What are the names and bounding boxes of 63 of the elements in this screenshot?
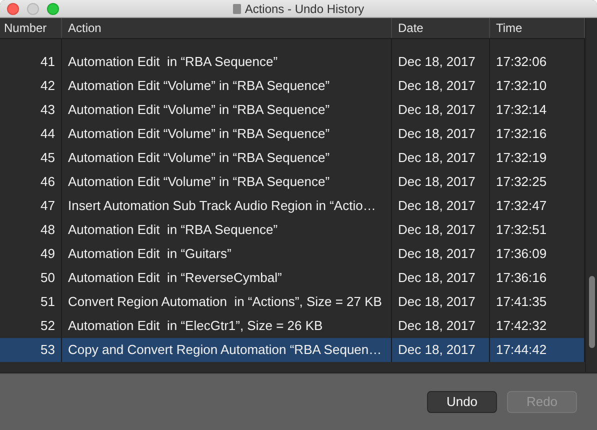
table-cell-text: 17:32:51 xyxy=(496,221,547,240)
table-cell-text: 48 xyxy=(40,221,55,240)
table-cell-text: 17:44:42 xyxy=(496,341,547,360)
table-cell-text: Dec 18, 2017 xyxy=(398,269,476,288)
table-cell-text: Dec 18, 2017 xyxy=(398,125,476,144)
scrollbar-thumb[interactable] xyxy=(589,276,595,348)
table-cell-text: 52 xyxy=(40,317,55,336)
table-cell-text: 17:32:16 xyxy=(496,125,547,144)
table-cell-text: 17:36:09 xyxy=(496,245,547,264)
table-cell-text: Convert Region Automation in “Actions”, Size = 27 KB xyxy=(68,293,382,312)
table-cell-text: Dec 18, 2017 xyxy=(398,101,476,120)
minimize-icon[interactable] xyxy=(27,2,39,14)
table-cell-text: 17:32:14 xyxy=(496,101,547,120)
table-cell-text: 53 xyxy=(40,341,55,360)
document-icon xyxy=(232,4,241,14)
table-cell-text: Dec 18, 2017 xyxy=(398,197,476,216)
table-cell-text: Dec 18, 2017 xyxy=(398,317,476,336)
table-cell-text: 17:32:47 xyxy=(496,197,547,216)
table-cell-text: 41 xyxy=(40,53,55,72)
table-cell-text: Insert Automation Sub Track Audio Region in “Actio… xyxy=(68,197,376,216)
table-cell-text: Dec 18, 2017 xyxy=(398,293,476,312)
table-cell-text: Dec 18, 2017 xyxy=(398,77,476,96)
column-header[interactable]: Action xyxy=(62,18,392,38)
table-cell-text: Automation Edit “Volume” in “RBA Sequence” xyxy=(68,125,330,144)
table-cell-text: Dec 18, 2017 xyxy=(398,53,476,72)
table-cell-text: Automation Edit in “ElecGtr1”, Size = 26 KB xyxy=(68,317,323,336)
table-cell-text: 17:32:10 xyxy=(496,77,547,96)
table-cell-text: 17:32:06 xyxy=(496,53,547,72)
table-cell-text: 44 xyxy=(40,125,55,144)
table-row[interactable]: 53 Copy and Convert Region Automation “RBA Sequen… Dec 18, 2017 17:44:42 xyxy=(0,338,585,362)
table-cell-text: Automation Edit “Volume” in “RBA Sequence” xyxy=(68,173,330,192)
table-cell-text: Automation Edit in “ReverseCymbal” xyxy=(68,269,282,288)
column-header[interactable]: Date xyxy=(392,18,490,38)
table-cell-text: 49 xyxy=(40,245,55,264)
table-cell-text: Dec 18, 2017 xyxy=(398,149,476,168)
table-cell-text: Automation Edit in “RBA Sequence” xyxy=(68,53,278,72)
table-cell-text: Automation Edit in “Guitars” xyxy=(68,245,232,264)
table-cell-text: Dec 18, 2017 xyxy=(398,341,476,360)
zoom-icon[interactable] xyxy=(47,2,59,14)
table-cell-text: Automation Edit “Volume” in “RBA Sequence” xyxy=(68,77,330,96)
table-cell-text: 17:42:32 xyxy=(496,317,547,336)
table-cell-text: Automation Edit “Volume” in “RBA Sequence” xyxy=(68,149,330,168)
table-cell-text: Dec 18, 2017 xyxy=(398,221,476,240)
table-cell-text: 43 xyxy=(40,101,55,120)
table-cell-text: 46 xyxy=(40,173,55,192)
table-cell-text: 50 xyxy=(40,269,55,288)
column-header[interactable]: Number xyxy=(0,18,62,38)
table-cell-text: 17:32:19 xyxy=(496,149,547,168)
table-cell-text: 45 xyxy=(40,149,55,168)
table-cell-text: 17:41:35 xyxy=(496,293,547,312)
table-cell-text: Dec 18, 2017 xyxy=(398,173,476,192)
table-cell-text: Automation Edit in “RBA Sequence” xyxy=(68,221,278,240)
table-cell-text: 17:36:16 xyxy=(496,269,547,288)
table-cell-text: 51 xyxy=(40,293,55,312)
table-cell-text: Copy and Convert Region Automation “RBA Sequen… xyxy=(68,341,382,360)
window-title: Actions - Undo History xyxy=(244,0,364,18)
close-icon[interactable] xyxy=(7,2,19,14)
table-cell-text: Automation Edit “Volume” in “RBA Sequence” xyxy=(68,101,330,120)
undo-button[interactable]: Undo xyxy=(427,391,497,413)
table-cell-text: Dec 18, 2017 xyxy=(398,245,476,264)
table-cell-text: 47 xyxy=(40,197,55,216)
table-cell-text: 42 xyxy=(40,77,55,96)
table-cell-text: 17:32:25 xyxy=(496,173,547,192)
